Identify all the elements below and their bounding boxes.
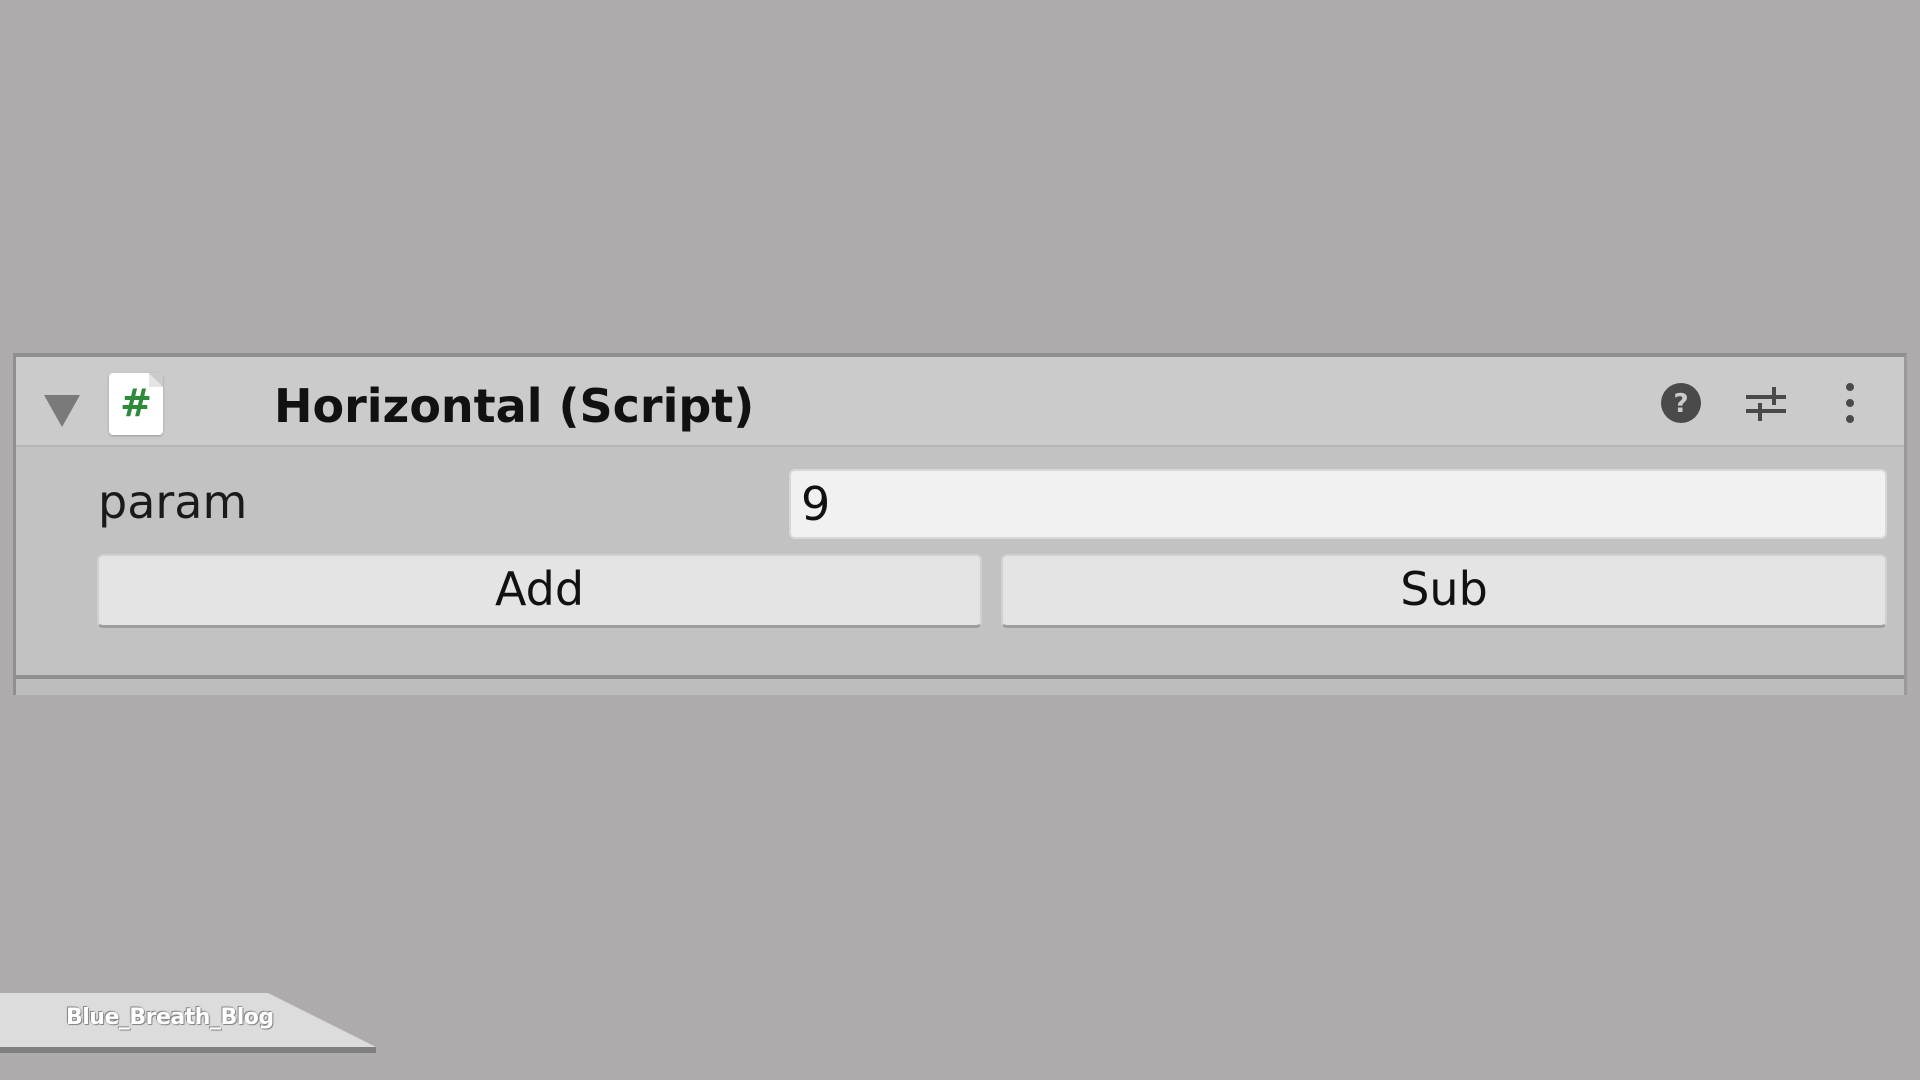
next-component-edge [16,679,1904,695]
csharp-script-icon: # [109,373,163,435]
script-component-panel: # Horizontal (Script) ? param 9 Add Sub [13,353,1907,695]
watermark-tab: Blue_Breath_Blog [0,993,376,1047]
component-title: Horizontal (Script) [274,379,755,433]
watermark-shadow [0,1047,376,1053]
inspector-area: # Horizontal (Script) ? param 9 Add Sub … [0,0,1920,1080]
foldout-triangle-icon[interactable] [44,395,80,427]
sub-button[interactable]: Sub [1001,554,1887,628]
param-input[interactable]: 9 [789,469,1887,539]
more-options-icon[interactable] [1826,379,1874,427]
script-icon-glyph: # [120,381,152,425]
component-header[interactable]: # Horizontal (Script) ? [16,357,1904,447]
presets-icon[interactable] [1742,379,1790,427]
watermark-text: Blue_Breath_Blog [66,1005,274,1030]
param-label: param [98,475,248,529]
svg-text:?: ? [1673,389,1688,419]
help-icon[interactable]: ? [1657,379,1705,427]
param-row: param 9 [16,469,1904,539]
add-button[interactable]: Add [97,554,982,628]
